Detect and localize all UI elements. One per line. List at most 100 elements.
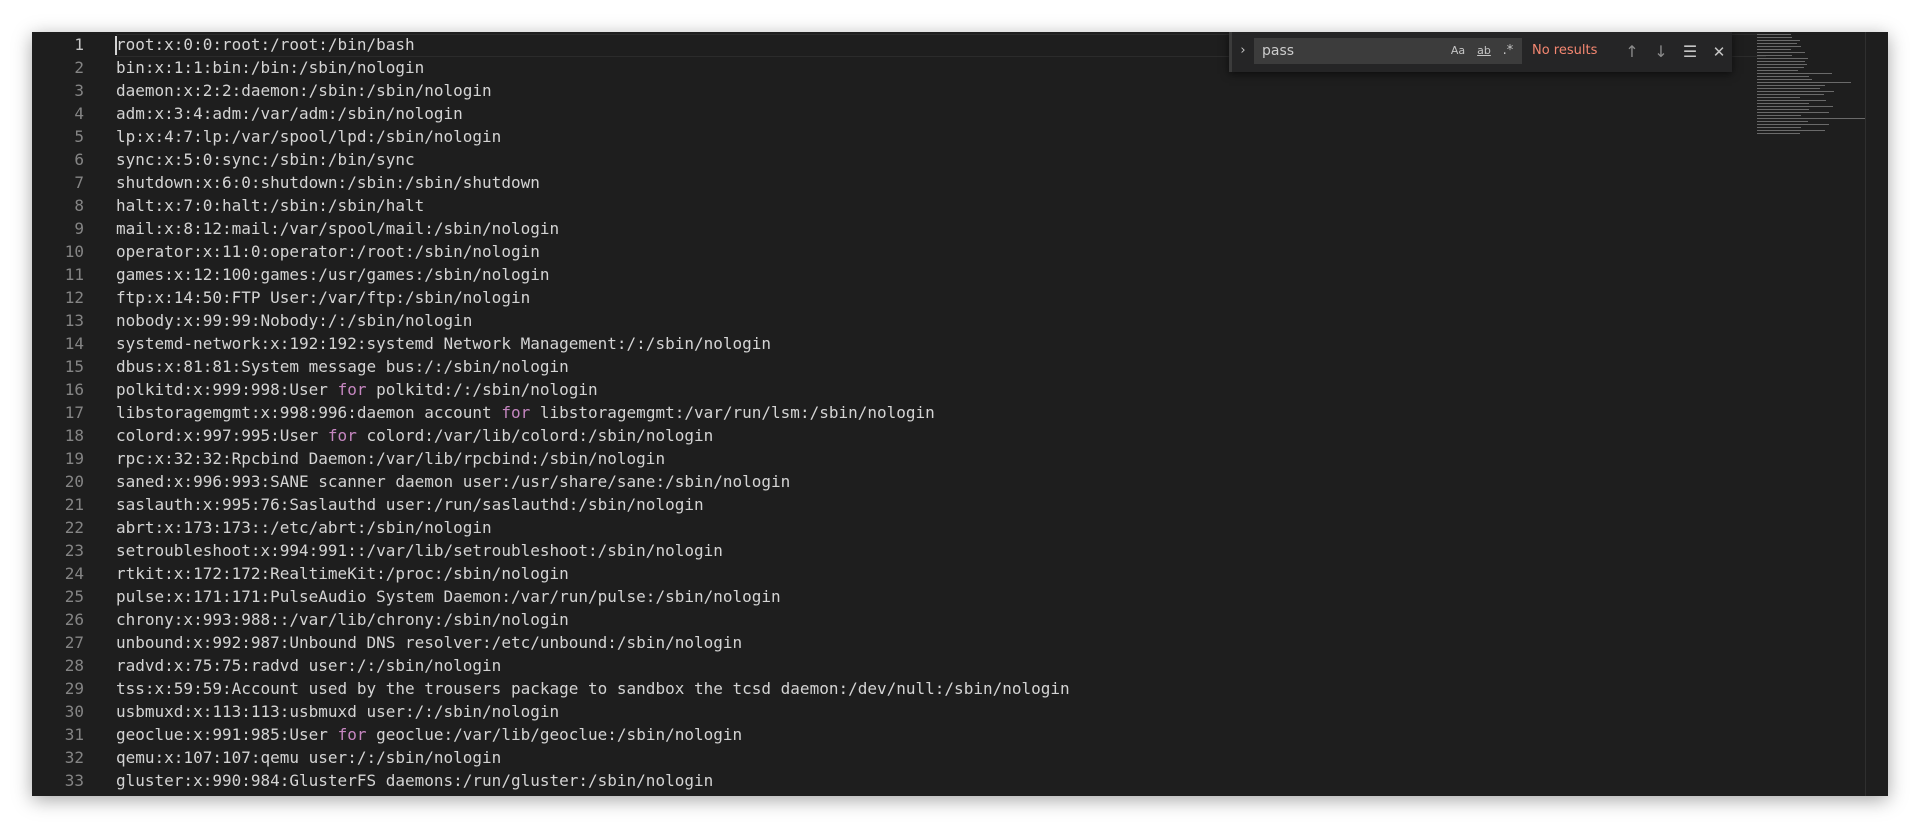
line-number-gutter: 1 2 3 4 5 6 7 8 9 10 11 12 13 14 15 16 17 18 19 20 21 22 23 24 2… [32,32,124,796]
minimap-line [1757,34,1791,35]
line-number: 30 [64,702,84,721]
editor-window: 1 2 3 4 5 6 7 8 9 10 11 12 13 14 15 16 17 18 19 20 21 22 23 24 2… [32,32,1888,796]
line-number: 13 [64,311,84,330]
code-line[interactable]: shutdown:x:6:0:shutdown:/sbin:/sbin/shut… [116,171,540,194]
minimap-line [1757,112,1829,113]
find-in-selection-icon[interactable]: ☰ [1679,41,1701,63]
code-line[interactable]: abrt:x:173:173::/etc/abrt:/sbin/nologin [116,516,492,539]
line-number: 19 [64,449,84,468]
code-line[interactable]: rpc:x:32:32:Rpcbind Daemon:/var/lib/rpcb… [116,447,665,470]
code-line[interactable]: pulse:x:171:171:PulseAudio System Daemon… [116,585,781,608]
line-number: 11 [64,265,84,284]
arrow-down-icon[interactable]: ↓ [1650,41,1672,63]
chevron-right-icon[interactable]: › [1235,42,1251,60]
line-number: 10 [64,242,84,261]
text-cursor [115,36,117,55]
line-number: 15 [64,357,84,376]
line-number: 9 [74,219,84,238]
line-number: 32 [64,748,84,767]
regex-toggle[interactable]: .* [1498,42,1518,60]
minimap-line [1757,49,1791,50]
minimap[interactable] [1757,32,1877,162]
match-whole-word-toggle[interactable]: ab [1472,42,1496,60]
line-number: 20 [64,472,84,491]
minimap-line [1757,37,1792,38]
keyword-token: for [337,725,367,744]
code-line[interactable]: rtkit:x:172:172:RealtimeKit:/proc:/sbin/… [116,562,569,585]
line-number: 28 [64,656,84,675]
code-area[interactable]: root:x:0:0:root:/root:/bin/bash bin:x:1:1… [116,32,1766,796]
code-line[interactable]: sync:x:5:0:sync:/sbin:/bin/sync [116,148,415,171]
minimap-line [1757,73,1832,74]
code-line[interactable]: saned:x:996:993:SANE scanner daemon user… [116,470,790,493]
code-line[interactable]: gluster:x:990:984:GlusterFS daemons:/run… [116,769,713,792]
code-line[interactable]: tss:x:59:59:Account used by the trousers… [116,677,1070,700]
minimap-line [1757,76,1809,77]
line-number: 27 [64,633,84,652]
line-number: 18 [64,426,84,445]
minimap-line [1757,43,1797,44]
minimap-line [1757,88,1820,89]
code-line[interactable]: geoclue:x:991:985:User for geoclue:/var/… [116,723,742,746]
line-number: 29 [64,679,84,698]
line-number: 1 [74,35,84,54]
code-line[interactable]: libstoragemgmt:x:998:996:daemon account … [116,401,935,424]
line-number: 25 [64,587,84,606]
code-line[interactable]: halt:x:7:0:halt:/sbin:/sbin/halt [116,194,424,217]
code-line[interactable]: games:x:12:100:games:/usr/games:/sbin/no… [116,263,549,286]
minimap-line [1757,127,1801,128]
code-line[interactable]: systemd-network:x:192:192:systemd Networ… [116,332,771,355]
code-line[interactable]: operator:x:11:0:operator:/root:/sbin/nol… [116,240,540,263]
minimap-line [1757,67,1804,68]
line-number: 34 [32,792,84,796]
vertical-scrollbar[interactable] [1865,32,1866,796]
line-number: 23 [64,541,84,560]
line-number: 4 [74,104,84,123]
code-line[interactable]: qemu:x:107:107:qemu user:/:/sbin/nologin [116,746,501,769]
code-line[interactable]: chrony:x:993:988::/var/lib/chrony:/sbin/… [116,608,569,631]
line-number: 26 [64,610,84,629]
code-line[interactable]: bin:x:1:1:bin:/bin:/sbin/nologin [116,56,424,79]
arrow-up-icon[interactable]: ↑ [1621,41,1643,63]
line-number: 6 [74,150,84,169]
minimap-line [1757,61,1805,62]
minimap-line [1757,55,1792,56]
match-case-toggle[interactable]: Aa [1447,42,1469,60]
minimap-line [1757,91,1834,92]
code-line[interactable]: mail:x:8:12:mail:/var/spool/mail:/sbin/n… [116,217,559,240]
code-line[interactable]: lp:x:4:7:lp:/var/spool/lpd:/sbin/nologin [116,125,501,148]
minimap-line [1757,109,1809,110]
code-line[interactable]: ftp:x:14:50:FTP User:/var/ftp:/sbin/nolo… [116,286,530,309]
code-line[interactable]: adm:x:3:4:adm:/var/adm:/sbin/nologin [116,102,463,125]
minimap-line [1757,94,1824,95]
code-line[interactable]: polkitd:x:999:998:User for polkitd:/:/sb… [116,378,598,401]
minimap-line [1757,85,1825,86]
code-line[interactable]: unbound:x:992:987:Unbound DNS resolver:/… [116,631,742,654]
keyword-token: for [337,380,367,399]
minimap-line [1757,106,1833,107]
line-number: 17 [64,403,84,422]
minimap-line [1757,133,1800,134]
code-line[interactable]: colord:x:997:995:User for colord:/var/li… [116,424,713,447]
code-line[interactable]: saslauth:x:995:76:Saslauthd user:/run/sa… [116,493,704,516]
keyword-token: for [327,426,357,445]
minimap-line [1757,70,1798,71]
minimap-line [1757,40,1800,41]
line-number: 22 [64,518,84,537]
code-line[interactable]: gdm:x:42:42::/var/lib/gdm:/sbin/nologin [116,792,492,796]
line-number: 24 [64,564,84,583]
minimap-line [1757,82,1851,83]
code-line[interactable]: daemon:x:2:2:daemon:/sbin:/sbin/nologin [116,79,492,102]
close-icon[interactable]: ✕ [1708,41,1730,63]
code-line[interactable]: nobody:x:99:99:Nobody:/:/sbin/nologin [116,309,472,332]
code-line[interactable]: setroubleshoot:x:994:991::/var/lib/setro… [116,539,723,562]
line-number: 2 [74,58,84,77]
code-line[interactable]: usbmuxd:x:113:113:usbmuxd user:/:/sbin/n… [116,700,559,723]
minimap-line [1757,97,1800,98]
minimap-line [1757,64,1807,65]
code-line[interactable]: root:x:0:0:root:/root:/bin/bash [116,33,415,56]
line-number: 33 [64,771,84,790]
code-line[interactable]: dbus:x:81:81:System message bus:/:/sbin/… [116,355,569,378]
code-line[interactable]: radvd:x:75:75:radvd user:/:/sbin/nologin [116,654,501,677]
minimap-line [1757,46,1801,47]
